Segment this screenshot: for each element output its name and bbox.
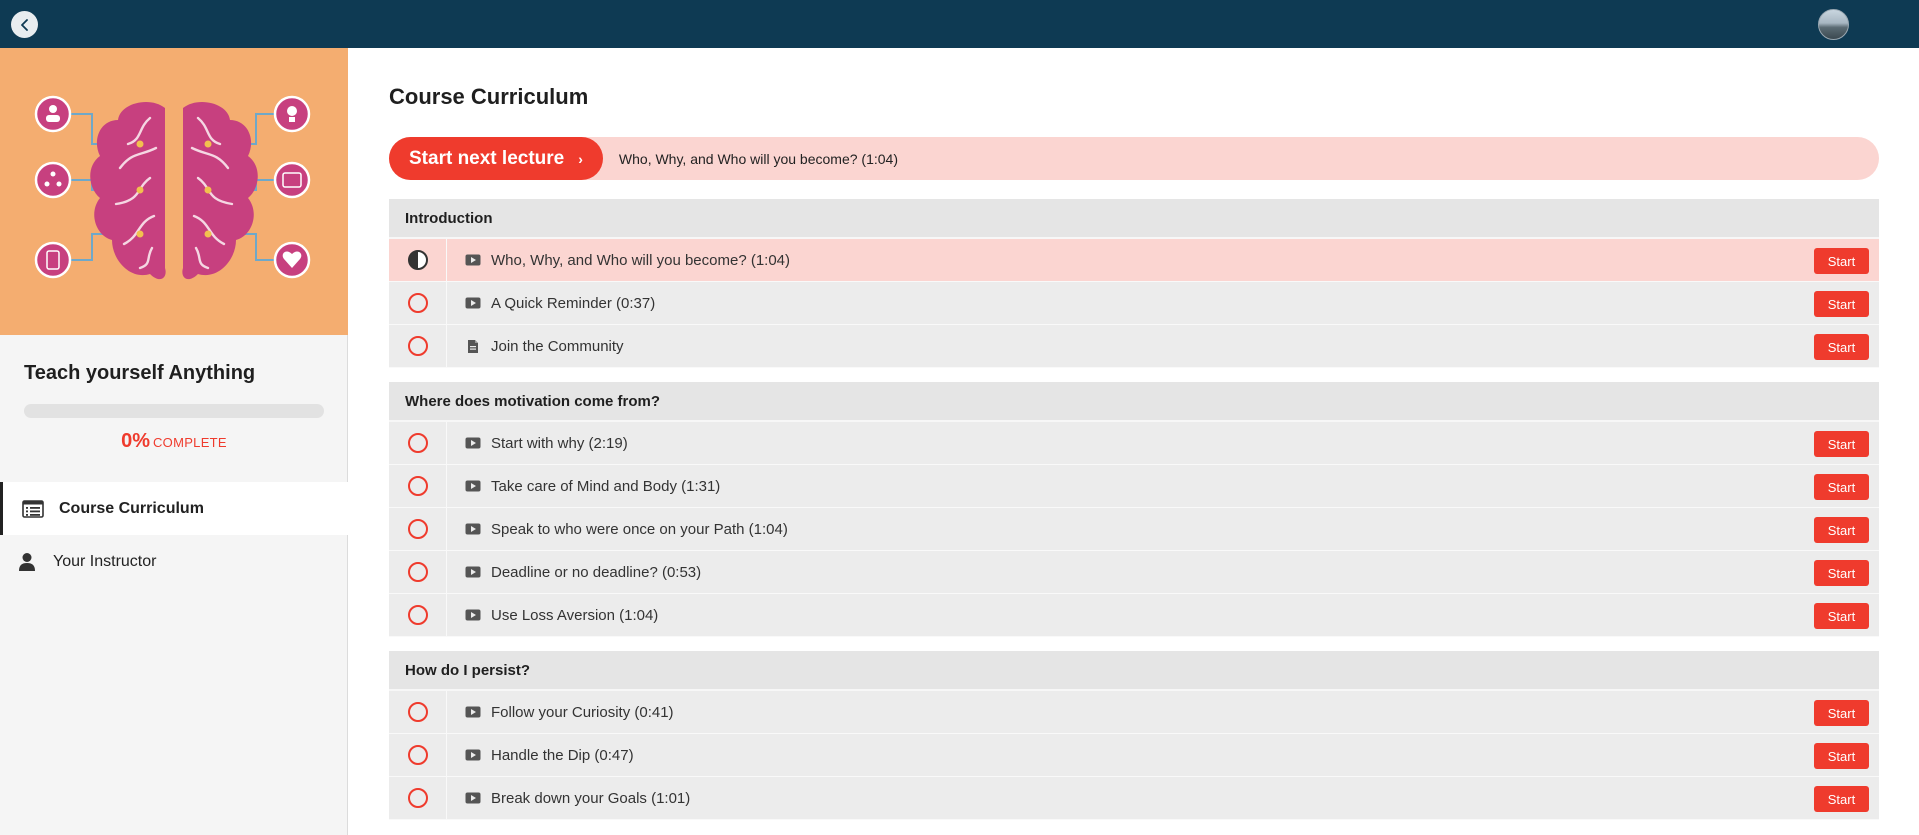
lecture-title: A Quick Reminder (0:37) bbox=[491, 294, 656, 312]
start-lecture-button[interactable]: Start bbox=[1814, 603, 1869, 629]
start-next-lecture-button[interactable]: Start next lecture › bbox=[389, 137, 603, 180]
curriculum-section: Introduction Who, Why, and Who will you b… bbox=[389, 199, 1879, 368]
lecture-title: Break down your Goals (1:01) bbox=[491, 789, 691, 807]
incomplete-circle-icon bbox=[407, 519, 428, 539]
start-lecture-button[interactable]: Start bbox=[1814, 560, 1869, 586]
lecture-row[interactable]: Start with why (2:19) Start bbox=[389, 421, 1879, 465]
next-lecture-bar: Start next lecture › Who, Why, and Who w… bbox=[389, 137, 1879, 180]
course-title: Teach yourself Anything bbox=[24, 362, 256, 384]
lecture-row[interactable]: Break down your Goals (1:01) Start bbox=[389, 776, 1879, 820]
lecture-status bbox=[389, 507, 447, 551]
back-button[interactable] bbox=[11, 11, 38, 38]
incomplete-circle-icon bbox=[407, 605, 428, 625]
nav-label: Your Instructor bbox=[53, 552, 157, 570]
document-icon bbox=[465, 339, 481, 353]
brain-illustration bbox=[34, 95, 311, 280]
video-icon bbox=[465, 748, 481, 762]
lecture-row[interactable]: Follow your Curiosity (0:41) Start bbox=[389, 690, 1879, 734]
video-icon bbox=[465, 253, 481, 267]
lecture-row[interactable]: A Quick Reminder (0:37) Start bbox=[389, 281, 1879, 325]
lecture-row[interactable]: Handle the Dip (0:47) Start bbox=[389, 733, 1879, 777]
lecture-title: Who, Why, and Who will you become? (1:04… bbox=[491, 251, 791, 269]
top-bar bbox=[0, 0, 1919, 48]
curriculum-section: Where does motivation come from? Start wi… bbox=[389, 382, 1879, 637]
half-complete-icon bbox=[407, 250, 428, 270]
lecture-row[interactable]: Join the Community Start bbox=[389, 324, 1879, 368]
lecture-row[interactable]: Take care of Mind and Body (1:31) Start bbox=[389, 464, 1879, 508]
lecture-title: Use Loss Aversion (1:04) bbox=[491, 606, 659, 624]
section-title: Introduction bbox=[389, 199, 1879, 239]
lecture-row[interactable]: Speak to who were once on your Path (1:0… bbox=[389, 507, 1879, 551]
incomplete-circle-icon bbox=[407, 476, 428, 496]
lecture-status bbox=[389, 238, 447, 282]
lecture-row[interactable]: Deadline or no deadline? (0:53) Start bbox=[389, 550, 1879, 594]
course-image bbox=[0, 48, 348, 335]
avatar[interactable] bbox=[1818, 9, 1849, 40]
incomplete-circle-icon bbox=[407, 433, 428, 453]
page-title: Course Curriculum bbox=[389, 84, 589, 109]
video-icon bbox=[465, 565, 481, 579]
progress-label: COMPLETE bbox=[152, 435, 227, 450]
incomplete-circle-icon bbox=[407, 562, 428, 582]
progress-percent: 0% bbox=[121, 430, 150, 452]
chevron-left-icon bbox=[20, 18, 28, 31]
incomplete-circle-icon bbox=[407, 702, 428, 722]
lecture-title: Join the Community bbox=[491, 337, 624, 355]
lecture-status bbox=[389, 550, 447, 594]
lecture-status bbox=[389, 593, 447, 637]
lecture-title: Take care of Mind and Body (1:31) bbox=[491, 477, 721, 495]
section-title: Where does motivation come from? bbox=[389, 382, 1879, 422]
start-lecture-button[interactable]: Start bbox=[1814, 786, 1869, 812]
start-lecture-button[interactable]: Start bbox=[1814, 700, 1869, 726]
nav-label: Course Curriculum bbox=[59, 499, 204, 517]
start-lecture-button[interactable]: Start bbox=[1814, 334, 1869, 360]
lecture-status bbox=[389, 733, 447, 777]
lecture-status bbox=[389, 464, 447, 508]
lecture-title: Speak to who were once on your Path (1:0… bbox=[491, 520, 788, 538]
next-lecture-title: Who, Why, and Who will you become? (1:04… bbox=[618, 150, 898, 167]
curriculum-list-icon bbox=[21, 499, 45, 519]
progress-bar bbox=[24, 404, 324, 418]
person-icon bbox=[15, 552, 39, 572]
nav-course-curriculum[interactable]: Course Curriculum bbox=[0, 482, 348, 535]
start-lecture-button[interactable]: Start bbox=[1814, 248, 1869, 274]
lecture-title: Deadline or no deadline? (0:53) bbox=[491, 563, 702, 581]
start-lecture-button[interactable]: Start bbox=[1814, 291, 1869, 317]
section-title: How do I persist? bbox=[389, 651, 1879, 691]
incomplete-circle-icon bbox=[407, 788, 428, 808]
video-icon bbox=[465, 436, 481, 450]
start-next-label: Start next lecture bbox=[409, 147, 565, 169]
video-icon bbox=[465, 479, 481, 493]
video-icon bbox=[465, 705, 481, 719]
start-lecture-button[interactable]: Start bbox=[1814, 474, 1869, 500]
video-icon bbox=[465, 791, 481, 805]
start-lecture-button[interactable]: Start bbox=[1814, 517, 1869, 543]
lecture-row[interactable]: Who, Why, and Who will you become? (1:04… bbox=[389, 238, 1879, 282]
lecture-title: Handle the Dip (0:47) bbox=[491, 746, 634, 764]
lecture-status bbox=[389, 690, 447, 734]
main-content: Course Curriculum Start next lecture › W… bbox=[349, 48, 1919, 835]
lecture-status bbox=[389, 281, 447, 325]
start-lecture-button[interactable]: Start bbox=[1814, 743, 1869, 769]
sidebar: Teach yourself Anything 0% COMPLETE Cours… bbox=[0, 48, 348, 835]
chevron-right-icon: › bbox=[578, 150, 583, 167]
lecture-title: Follow your Curiosity (0:41) bbox=[491, 703, 674, 721]
incomplete-circle-icon bbox=[407, 745, 428, 765]
curriculum-section: How do I persist? Follow your Curiosity (… bbox=[389, 651, 1879, 820]
video-icon bbox=[465, 296, 481, 310]
lecture-row[interactable]: Use Loss Aversion (1:04) Start bbox=[389, 593, 1879, 637]
lecture-title: Start with why (2:19) bbox=[491, 434, 628, 452]
video-icon bbox=[465, 522, 481, 536]
start-lecture-button[interactable]: Start bbox=[1814, 431, 1869, 457]
lecture-status bbox=[389, 421, 447, 465]
incomplete-circle-icon bbox=[407, 336, 428, 356]
progress-text: 0% COMPLETE bbox=[0, 430, 348, 453]
lecture-status bbox=[389, 776, 447, 820]
incomplete-circle-icon bbox=[407, 293, 428, 313]
video-icon bbox=[465, 608, 481, 622]
nav-your-instructor[interactable]: Your Instructor bbox=[0, 535, 348, 588]
lecture-status bbox=[389, 324, 447, 368]
